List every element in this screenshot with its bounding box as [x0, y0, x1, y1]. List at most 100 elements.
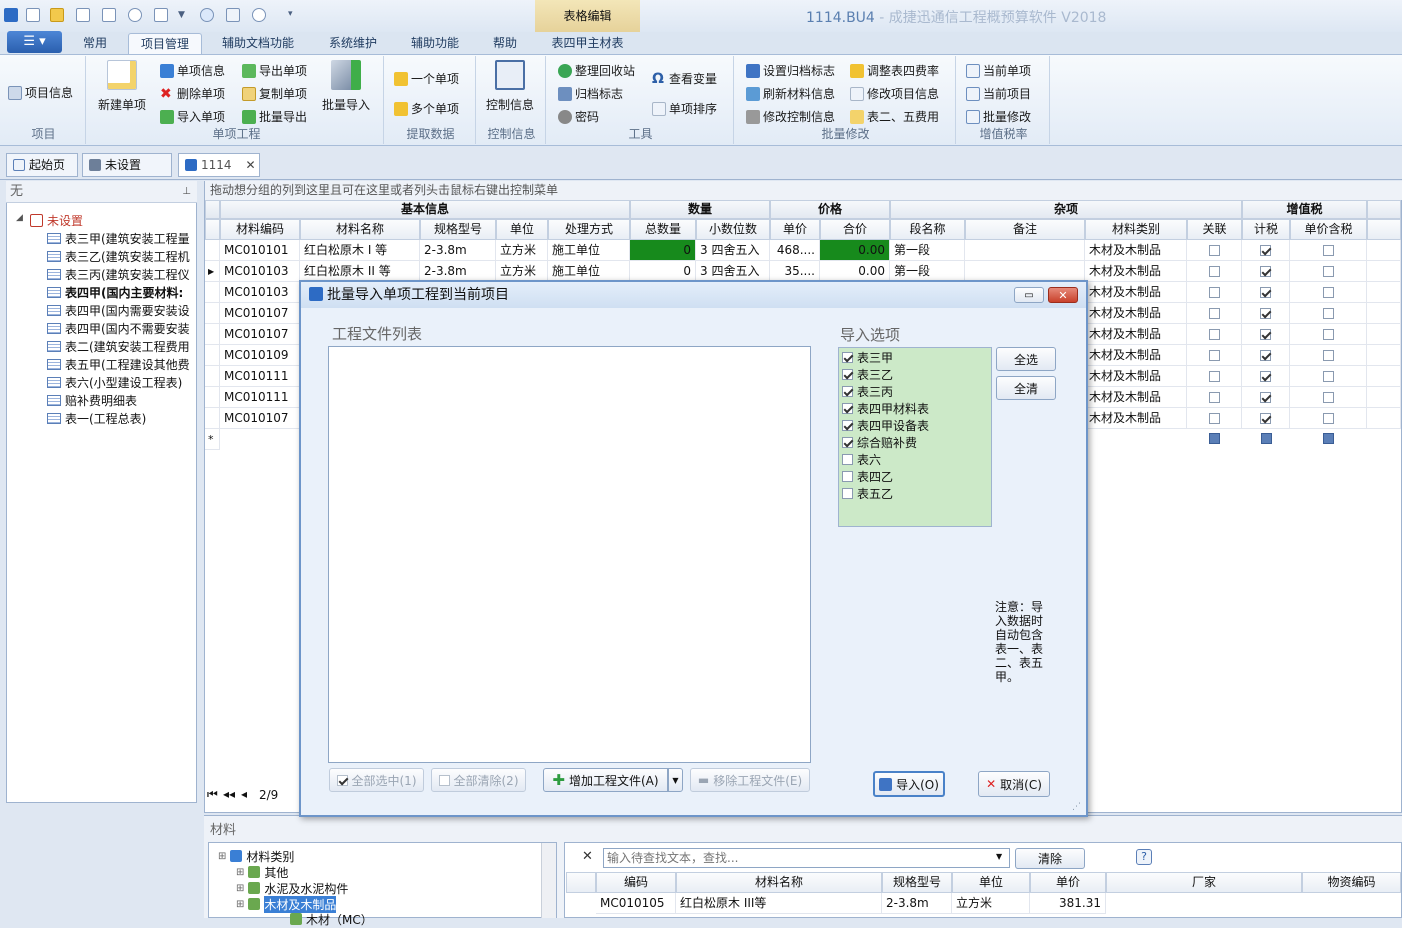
table-cell[interactable]: MC010107 — [220, 303, 300, 324]
table-checkbox-cell[interactable] — [1187, 324, 1242, 345]
tab-table4-material[interactable]: 表四甲主材表 — [540, 33, 635, 54]
table-cell[interactable]: 木材及木制品 — [1085, 324, 1187, 345]
modify-project-info-button[interactable]: 修改项目信息 — [850, 85, 939, 102]
table-cell[interactable]: 木材及木制品 — [1085, 387, 1187, 408]
batch-export-button[interactable]: 批量导出 — [242, 108, 307, 125]
checkbox[interactable] — [1260, 308, 1271, 319]
option-checkbox[interactable] — [842, 488, 853, 499]
sort-single-button[interactable]: 单项排序 — [652, 100, 717, 117]
dialog-restore-button[interactable]: ▭ — [1014, 287, 1044, 303]
table-cell[interactable]: 红白松原木 I 等 — [300, 240, 420, 261]
tree-item[interactable]: 表二(建筑安装工程费用 — [47, 337, 190, 355]
tab-help[interactable]: 帮助 — [480, 33, 530, 54]
checkbox[interactable] — [1208, 287, 1220, 298]
prev-page-icon[interactable]: ◂ — [241, 787, 247, 801]
column-header[interactable]: 计税 — [1242, 219, 1290, 240]
table-cell[interactable]: 3 四舍五入 — [696, 240, 770, 261]
copy-single-button[interactable]: 复制单项 — [242, 85, 307, 102]
help-icon[interactable]: ? — [1136, 849, 1152, 865]
tree-item[interactable]: 表三丙(建筑安装工程仪 — [47, 265, 190, 283]
new-row-checkbox-cell[interactable] — [1187, 433, 1242, 447]
tree-item[interactable]: 表三甲(建筑安装工程量 — [47, 229, 190, 247]
option-checkbox[interactable] — [842, 403, 853, 414]
table-cell[interactable]: 35.... — [770, 261, 820, 282]
new-file-icon[interactable] — [26, 8, 40, 22]
table-checkbox-cell[interactable] — [1187, 261, 1242, 282]
table-checkbox-cell[interactable] — [1290, 261, 1367, 282]
vat-current-single-button[interactable]: 当前单项 — [966, 62, 1031, 79]
material-column-header[interactable]: 单价 — [1030, 872, 1106, 893]
checkbox[interactable] — [1260, 287, 1271, 298]
table-checkbox-cell[interactable] — [1242, 408, 1290, 429]
table-cell[interactable]: 木材及木制品 — [1085, 240, 1187, 261]
select-all-options-button[interactable]: 全选 — [996, 347, 1056, 371]
table-cell[interactable]: MC010107 — [220, 324, 300, 345]
view-variables-button[interactable]: Ω 查看变量 — [652, 70, 717, 87]
material-cell[interactable]: 立方米 — [952, 893, 1030, 914]
checkbox[interactable] — [1260, 413, 1271, 424]
column-header[interactable]: 材料编码 — [220, 219, 300, 240]
dropdown-arrow-icon[interactable]: ▼ — [178, 10, 185, 20]
tree-expander-icon[interactable]: ⊞ — [236, 883, 244, 894]
material-tree-node[interactable]: 木材（MC） — [290, 910, 373, 928]
import-option[interactable]: 表三丙 — [842, 383, 893, 400]
table-checkbox-cell[interactable] — [1290, 408, 1367, 429]
add-project-file-button[interactable]: ✚ 增加工程文件(A) — [543, 768, 668, 792]
table-cell[interactable]: 0.00 — [820, 261, 890, 282]
checkbox[interactable] — [1322, 413, 1334, 424]
column-header[interactable]: 单价 — [770, 219, 820, 240]
resize-grip-icon[interactable]: ⋰ — [1072, 802, 1081, 812]
option-checkbox[interactable] — [842, 437, 853, 448]
column-header[interactable]: 处理方式 — [548, 219, 630, 240]
table-cell[interactable]: 木材及木制品 — [1085, 282, 1187, 303]
table-checkbox-cell[interactable] — [1290, 240, 1367, 261]
import-option[interactable]: 表六 — [842, 451, 881, 468]
recycle-bin-button[interactable]: 整理回收站 — [558, 62, 635, 79]
tree-item[interactable]: 表五甲(工程建设其他费 — [47, 355, 190, 373]
material-cell[interactable]: MC010105 — [596, 893, 676, 914]
option-checkbox[interactable] — [842, 471, 853, 482]
search-doc-icon[interactable] — [154, 8, 168, 22]
tree-scrollbar[interactable] — [541, 843, 556, 918]
checkbox[interactable] — [1208, 413, 1220, 424]
remove-project-file-button[interactable]: ▬ 移除工程文件(E) — [690, 768, 810, 792]
search-dropdown-icon[interactable]: ▼ — [996, 852, 1002, 861]
tree-item[interactable]: 表六(小型建设工程表) — [47, 373, 182, 391]
select-all-files-button[interactable]: 全部选中(1) — [329, 768, 424, 792]
project-file-list[interactable] — [328, 346, 811, 763]
table2-5-fee-button[interactable]: 表二、五费用 — [850, 108, 939, 125]
calculator-icon[interactable] — [226, 8, 240, 22]
table-cell[interactable] — [965, 240, 1085, 261]
new-doc-icon[interactable] — [76, 8, 90, 22]
table-checkbox-cell[interactable] — [1290, 282, 1367, 303]
checkbox[interactable] — [1260, 245, 1271, 256]
table-checkbox-cell[interactable] — [1187, 303, 1242, 324]
column-header[interactable]: 单位 — [496, 219, 548, 240]
option-checkbox[interactable] — [842, 454, 853, 465]
table-cell[interactable]: MC010101 — [220, 240, 300, 261]
import-button[interactable]: 导入(O) — [873, 771, 945, 797]
material-column-header[interactable]: 厂家 — [1106, 872, 1302, 893]
checkbox[interactable] — [1322, 266, 1334, 277]
table-checkbox-cell[interactable] — [1290, 303, 1367, 324]
option-checkbox[interactable] — [842, 386, 853, 397]
table-checkbox-cell[interactable] — [1242, 282, 1290, 303]
table-checkbox-cell[interactable] — [1290, 387, 1367, 408]
tab-system[interactable]: 系统维护 — [316, 33, 390, 54]
clear-all-files-button[interactable]: 全部清除(2) — [431, 768, 526, 792]
archive-flag-button[interactable]: 归档标志 — [558, 85, 623, 102]
single-info-button[interactable]: 单项信息 — [160, 62, 225, 79]
open-folder-icon[interactable] — [50, 8, 64, 22]
table-cell[interactable]: 木材及木制品 — [1085, 408, 1187, 429]
column-header[interactable]: 材料类别 — [1085, 219, 1187, 240]
material-column-header[interactable]: 编码 — [596, 872, 676, 893]
expand-toggle-icon[interactable]: ◢ — [16, 213, 23, 223]
import-option[interactable]: 表四甲设备表 — [842, 417, 929, 434]
tree-item[interactable]: 表四甲(国内需要安装设 — [47, 301, 190, 319]
table-cell[interactable]: 第一段 — [890, 240, 965, 261]
column-header[interactable]: 关联 — [1187, 219, 1242, 240]
checkbox[interactable] — [1260, 350, 1271, 361]
tree-expander-icon[interactable]: ⊞ — [218, 851, 226, 862]
new-single-button[interactable]: 新建单项 — [98, 60, 146, 113]
new-row-checkbox-cell[interactable] — [1242, 433, 1290, 447]
